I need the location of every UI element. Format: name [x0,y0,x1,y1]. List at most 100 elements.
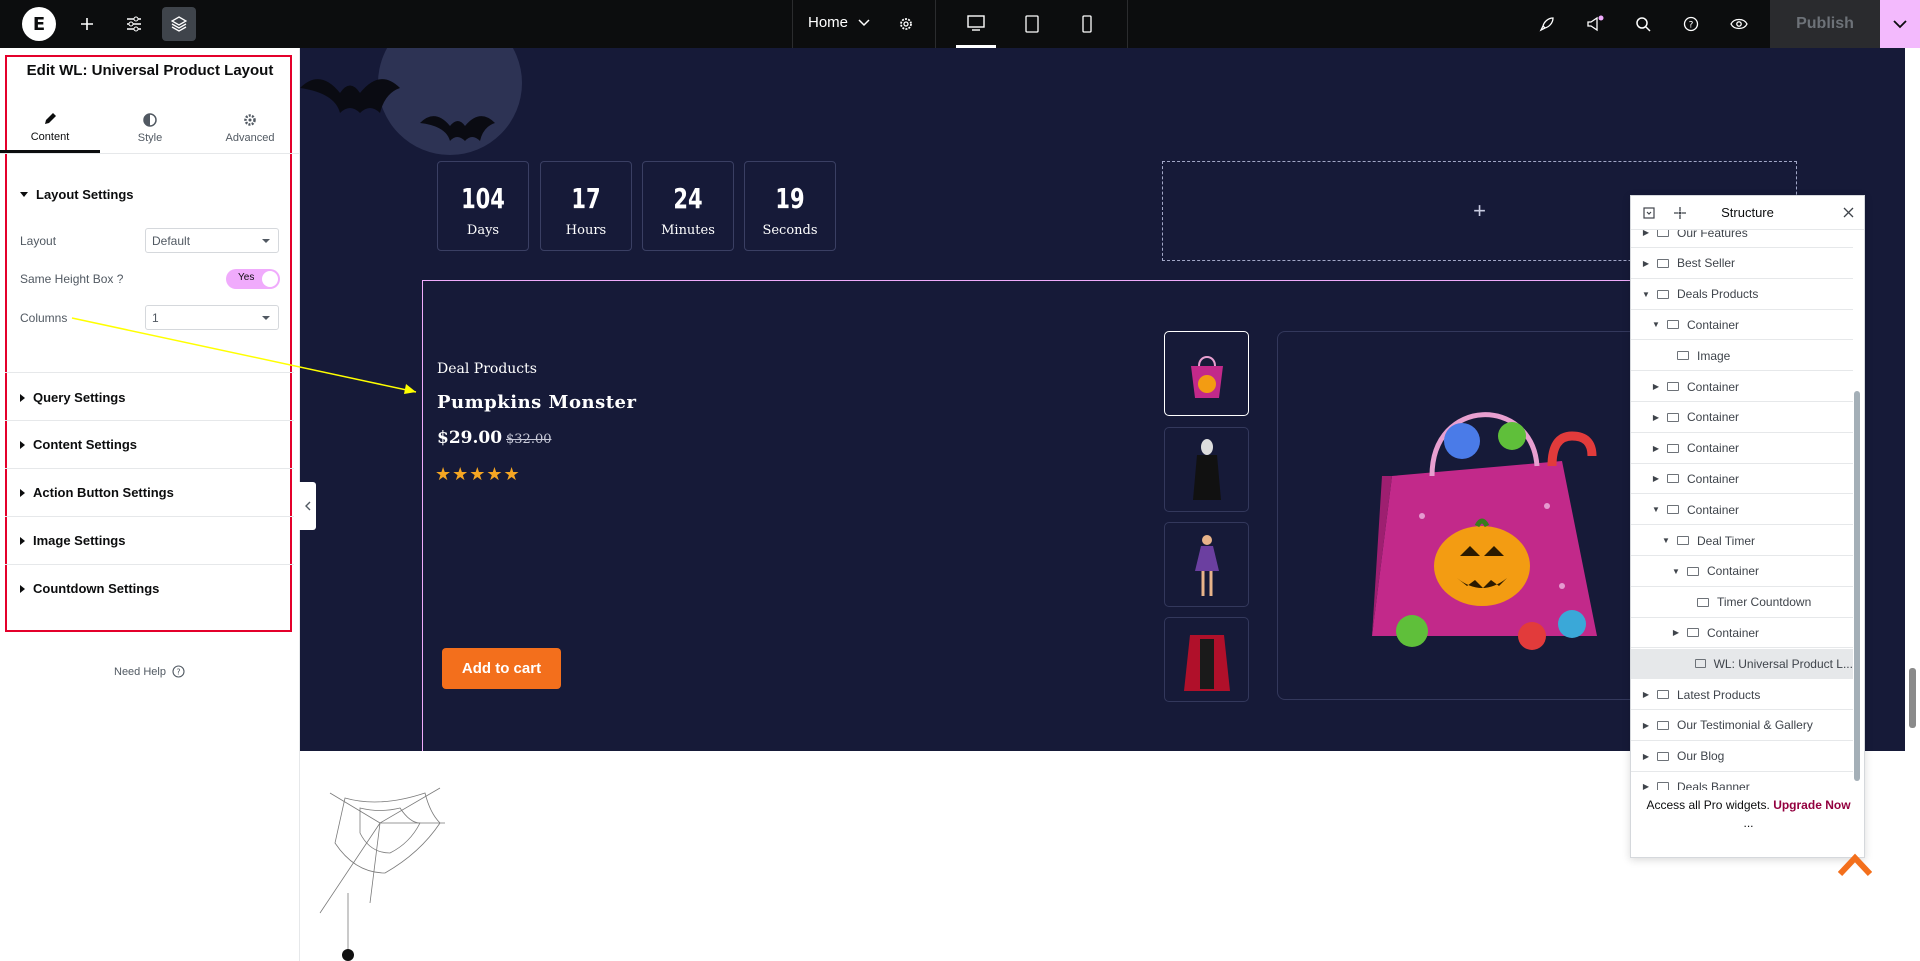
container-icon [1667,505,1679,515]
structure-row[interactable]: ▼ Container [1631,495,1853,526]
caret-right-icon[interactable]: ▶ [1671,628,1681,637]
svg-text:?: ? [1689,21,1694,31]
finder-button[interactable] [1626,7,1660,41]
caret-right-icon[interactable]: ▶ [1641,721,1651,730]
structure-row-label: Deal Timer [1697,533,1756,548]
same-height-toggle[interactable]: Yes [226,269,280,289]
structure-row-label: Timer Countdown [1717,595,1812,610]
caret-down-icon[interactable]: ▼ [1651,320,1661,329]
structure-row[interactable]: Timer Countdown [1631,588,1853,618]
preview-button[interactable] [1722,7,1756,41]
witch-costume-image [1194,534,1219,596]
structure-row[interactable]: ▶ Container [1631,434,1853,464]
caret-right-icon[interactable]: ▶ [1651,444,1661,453]
ghost-costume-thumb[interactable] [1164,427,1249,512]
structure-row[interactable]: ▶ Deals Banner [1631,772,1853,790]
same-height-label: Same Height Box ? [20,272,124,286]
spider-web-decoration [319,787,445,961]
structure-row[interactable]: WL: Universal Product L... [1631,649,1853,680]
caret-right-icon[interactable]: ▶ [1641,690,1651,699]
page-selector[interactable]: Home [808,14,870,31]
structure-row-label: Deals Banner [1677,779,1750,790]
section-divider [5,468,294,469]
add-element-button[interactable] [70,7,104,41]
structure-row-label: Our Blog [1677,749,1725,764]
layout-select[interactable]: Default [145,228,279,253]
witch-costume-thumb[interactable] [1164,522,1249,607]
publish-button[interactable]: Publish [1770,0,1880,48]
svg-text:?: ? [176,668,180,677]
product-price: $29.00 [437,428,503,448]
scrollbar-thumb[interactable] [1909,668,1916,728]
tab-advanced[interactable]: Advanced [200,104,300,153]
close-structure-button[interactable] [1843,206,1854,221]
structure-row[interactable]: ▶ Our Blog [1631,742,1853,772]
structure-row[interactable]: ▶ Container [1631,372,1853,402]
caret-right-icon[interactable]: ▶ [1651,474,1661,483]
image-settings-section[interactable]: Image Settings [20,533,125,548]
content-settings-section[interactable]: Content Settings [20,437,137,452]
product-title[interactable]: Pumpkins Monster [437,392,636,413]
tab-style[interactable]: Style [100,104,200,153]
structure-row[interactable]: ▶ Our Testimonial & Gallery [1631,711,1853,741]
editor-topbar: E Home ? Publish [0,0,1920,48]
caret-down-icon[interactable]: ▼ [1651,505,1661,514]
collapse-panel-button[interactable] [298,482,316,530]
elementor-logo-icon[interactable]: E [22,7,56,41]
layout-settings-section[interactable]: Layout Settings [20,187,134,202]
countdown-settings-section[interactable]: Countdown Settings [20,581,159,596]
countdown-value: 104 [461,182,505,215]
caret-right-icon[interactable]: ▶ [1651,413,1661,422]
structure-row[interactable]: ▼ Container [1631,557,1853,587]
caret-right-icon[interactable]: ▶ [1641,782,1651,790]
columns-label: Columns [20,311,68,325]
launchpad-button[interactable] [1530,7,1564,41]
scroll-top-icon[interactable] [1838,848,1872,878]
publish-options-button[interactable] [1880,0,1920,48]
structure-row[interactable]: ▶ Latest Products [1631,680,1853,710]
need-help-link[interactable]: Need Help ? [114,665,185,678]
tab-content[interactable]: Content [0,104,100,153]
structure-row[interactable]: ▶ Container [1631,403,1853,433]
whats-new-button[interactable] [1578,7,1612,41]
structure-row[interactable]: ▶ Container [1631,618,1853,649]
desktop-view-button[interactable] [956,0,996,48]
caret-right-icon[interactable]: ▶ [1641,230,1651,237]
structure-row[interactable]: ▶ Container [1631,464,1853,495]
action-button-settings-section[interactable]: Action Button Settings [20,485,174,500]
caret-down-icon[interactable]: ▼ [1661,536,1671,545]
structure-row[interactable]: ▼ Deals Products [1631,280,1853,310]
caret-down-icon[interactable]: ▼ [1671,567,1681,576]
structure-toggle-button[interactable] [162,7,196,41]
upgrade-link[interactable]: Upgrade Now [1773,798,1850,812]
bats-moon-decoration [300,48,522,155]
candy-bag-image [1372,411,1597,650]
caret-right-icon[interactable]: ▶ [1641,259,1651,268]
structure-row[interactable]: ▶ Our Features [1631,230,1853,248]
page-scrollbar[interactable] [1905,48,1920,961]
site-settings-button[interactable] [117,7,151,41]
deal-products-label: Deal Products [437,361,537,377]
toggle-value: Yes [238,272,255,283]
countdown-label: Hours [565,223,607,238]
page-settings-button[interactable] [889,7,923,41]
ghost-costume-image [1192,438,1221,500]
candy-bag-thumb[interactable] [1164,331,1249,416]
main-product-image[interactable] [1277,331,1687,700]
add-to-cart-button[interactable]: Add to cart [442,648,561,689]
mobile-view-button[interactable] [1067,0,1107,48]
container-icon [1697,597,1709,607]
help-button[interactable]: ? [1674,7,1708,41]
caret-down-icon[interactable]: ▼ [1641,290,1651,299]
caret-right-icon[interactable]: ▶ [1641,752,1651,761]
vampire-cape-thumb[interactable] [1164,617,1249,702]
caret-right-icon[interactable]: ▶ [1651,382,1661,391]
structure-row[interactable]: ▼ Container [1631,310,1853,341]
rocket-icon [1539,17,1554,32]
tablet-view-button[interactable] [1012,0,1052,48]
search-icon [1636,17,1651,32]
structure-row[interactable]: ▶ Best Seller [1631,249,1853,279]
structure-row[interactable]: ▼ Deal Timer [1631,526,1853,556]
structure-scrollbar[interactable] [1854,391,1860,781]
structure-row[interactable]: Image [1631,341,1853,372]
